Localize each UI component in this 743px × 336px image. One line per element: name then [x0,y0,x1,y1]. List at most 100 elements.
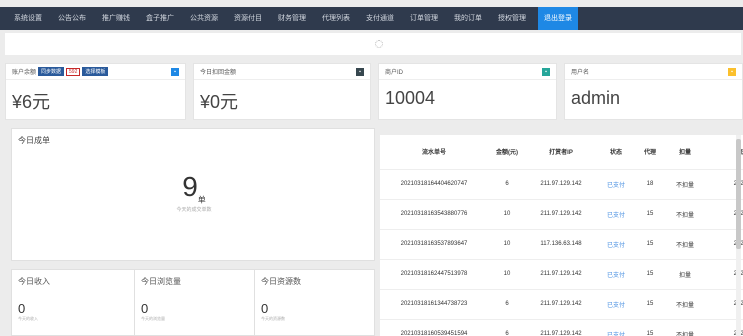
username-value: admin [571,88,621,108]
cell-agent: 15 [636,318,664,336]
scrollbar-thumb[interactable] [736,139,741,249]
table-row[interactable]: 20210318164404620747 6 211.97.129.142 已支… [380,168,743,199]
cell-ip: 211.97.129.142 [526,318,596,336]
cell-ip: 211.97.129.142 [526,198,596,229]
cell-amount: 10 [488,228,526,259]
deduct-label: 今日扣回金额 [200,70,237,76]
col-agent: 代理 [643,150,656,157]
cell-serial: 20210318161344738723 [380,288,488,319]
cell-status: 已支付 [596,258,636,289]
stat-value: 0 [18,301,26,316]
cell-ip: 211.97.129.142 [526,288,596,319]
cell-agent: 15 [636,228,664,259]
cell-amount: 6 [488,168,526,199]
stat-resources: 今日资源数 0 今天的资源数 [254,269,375,336]
cell-status: 已支付 [596,318,636,336]
stat-income: 今日收入 0 今天的收入 [11,269,135,336]
nav-item-my-orders[interactable]: 我的订单 [454,7,482,30]
top-nav: 系统设置 公告公布 推广赚钱 盒子推广 公共资源 资源付目 财务管理 代理列表 … [0,7,743,30]
cell-amount: 10 [488,258,526,289]
nav-item-system-settings[interactable]: 系统设置 [14,7,42,30]
loading-spinner-icon [375,40,383,48]
stat-value: 0 [261,301,269,316]
balance-value: ¥6元 [12,92,51,112]
today-orders-title: 今日成单 [18,136,50,145]
stat-title: 今日浏览量 [141,277,181,286]
nav-item-payment-channels[interactable]: 支付通道 [366,7,394,30]
stat-title: 今日收入 [18,277,50,286]
table-row[interactable]: 20210318161344738723 6 211.97.129.142 已支… [380,288,743,319]
nav-item-announcements[interactable]: 公告公布 [58,7,86,30]
cell-amount: 10 [488,198,526,229]
nav-item-public-resources[interactable]: 公共资源 [190,7,218,30]
count-badge: 592 [66,67,81,76]
cell-deduct: 不扣量 [664,288,706,319]
table-row[interactable]: 20210318160539451594 6 211.97.129.142 已支… [380,318,743,336]
balance-card: 账户余额 同步数据 592 选择模板 ▪ ¥6元 [5,63,186,120]
cell-amount: 6 [488,288,526,319]
cell-amount: 6 [488,318,526,336]
cell-serial: 20210318163537893647 [380,228,488,259]
username-card: 用户名 ▪ admin [564,63,743,120]
today-orders-sub: 今天的成交单数 [176,207,212,213]
cell-agent: 15 [636,198,664,229]
card-header: 用户名 ▪ [565,64,742,80]
col-deduct: 扣量 [678,150,691,157]
merchant-card: 商户ID ▪ 10004 [378,63,557,120]
today-orders-count: 9单 [12,171,376,206]
table-row[interactable]: 20210318163543880776 10 211.97.129.142 已… [380,198,743,229]
sync-data-button[interactable]: 同步数据 [38,67,65,76]
select-template-button[interactable]: 选择模板 [82,67,109,76]
cell-serial: 20210318163543880776 [380,198,488,229]
orders-table: 流水单号 金额(元) 打赏者IP 状态 代理 扣量 流水 20210318164… [380,135,743,336]
cell-deduct: 不扣量 [664,318,706,336]
cell-agent: 18 [636,168,664,199]
cell-ip: 211.97.129.142 [526,168,596,199]
col-status: 状态 [609,150,622,157]
table-header-row: 流水单号 金额(元) 打赏者IP 状态 代理 扣量 流水 [380,135,743,169]
cell-deduct: 扣量 [664,258,706,289]
card-header: 今日扣回金额 ▪ [194,64,370,80]
balance-label: 账户余额 [12,70,37,76]
cell-deduct: 不扣量 [664,168,706,199]
cell-serial: 20210318160539451594 [380,318,488,336]
cell-deduct: 不扣量 [664,198,706,229]
nav-item-resource-catalog[interactable]: 资源付目 [234,7,262,30]
nav-item-order-management[interactable]: 订单管理 [410,7,438,30]
logout-button[interactable]: 退出登录 [538,7,578,30]
table-row[interactable]: 20210318163537893647 10 117.136.63.148 已… [380,228,743,259]
table-scrollbar[interactable] [736,135,741,336]
stat-sub: 今天的收入 [18,316,38,321]
today-orders-card: 今日成单 9单 今天的成交单数 [11,128,375,261]
table-row[interactable]: 20210318162447513978 10 211.97.129.142 已… [380,258,743,289]
nav-item-agents[interactable]: 代理列表 [322,7,350,30]
col-ip: 打赏者IP [549,150,573,157]
tab-bar [5,33,741,55]
merchant-label: 商户ID [385,70,404,76]
deduct-value: ¥0元 [200,92,239,112]
card-header: 账户余额 同步数据 592 选择模板 ▪ [6,64,185,80]
cell-status: 已支付 [596,288,636,319]
orders-count-unit: 单 [197,195,206,205]
cell-status: 已支付 [596,228,636,259]
cell-status: 已支付 [596,198,636,229]
nav-item-license[interactable]: 授权管理 [498,7,526,30]
stat-title: 今日资源数 [261,277,301,286]
nav-item-promote-earn[interactable]: 推广赚钱 [102,7,130,30]
cell-ip: 211.97.129.142 [526,258,596,289]
col-amount: 金额(元) [496,150,518,157]
cell-serial: 20210318164404620747 [380,168,488,199]
cell-ip: 117.136.63.148 [526,228,596,259]
stat-value: 0 [141,301,149,316]
stat-sub: 今天的资源数 [261,316,285,321]
card-header: 商户ID ▪ [379,64,556,80]
cell-status: 已支付 [596,168,636,199]
deduct-card: 今日扣回金额 ▪ ¥0元 [193,63,371,120]
cell-agent: 15 [636,258,664,289]
username-label: 用户名 [571,70,590,76]
nav-item-finance[interactable]: 财务管理 [278,7,306,30]
info-icon: ▪ [356,68,364,76]
orders-count-value: 9 [182,171,198,202]
stat-sub: 今天的浏览量 [141,316,165,321]
nav-item-box-promote[interactable]: 盒子推广 [146,7,174,30]
